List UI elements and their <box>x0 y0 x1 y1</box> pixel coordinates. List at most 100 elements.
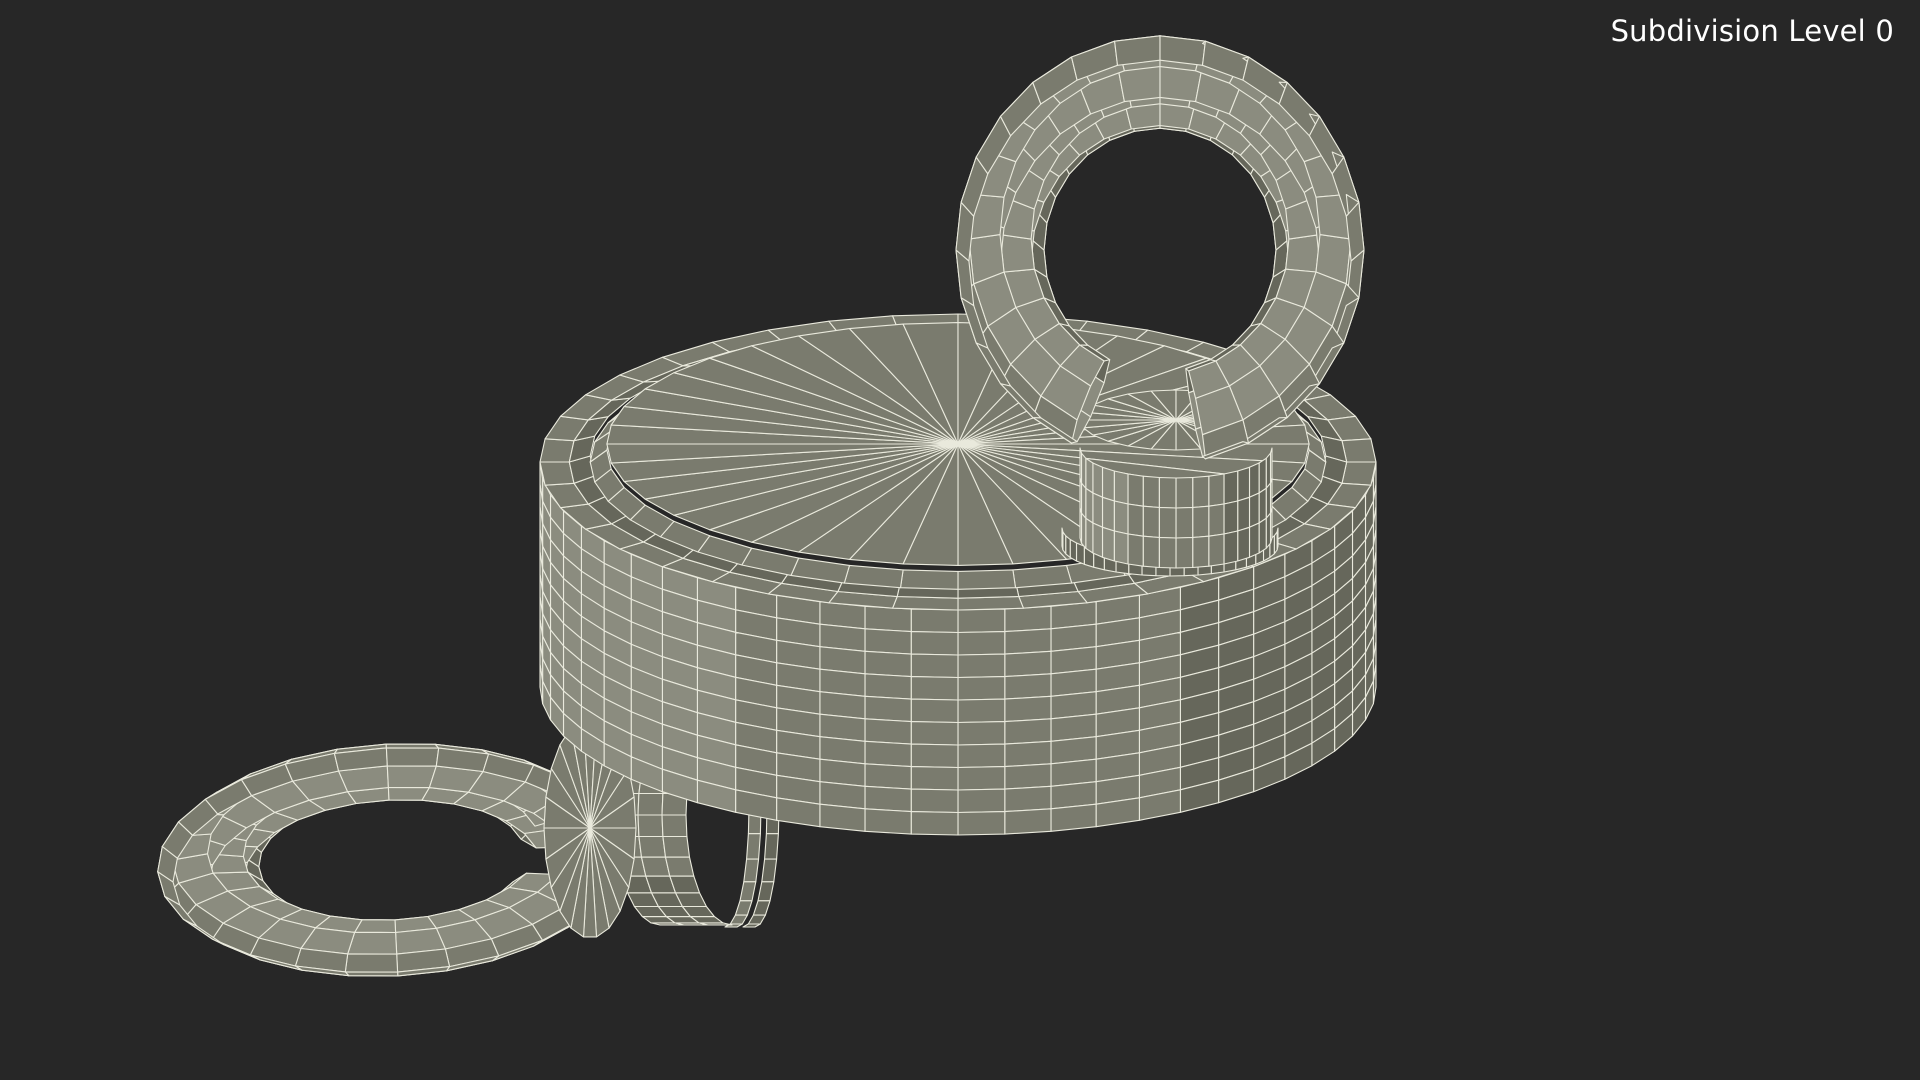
side-washer-face <box>729 914 748 925</box>
top-ring-face <box>1114 35 1161 66</box>
body-top-rim-face <box>1341 461 1377 486</box>
top-hub-side-face <box>1127 503 1144 537</box>
top-hub-side-face <box>1113 470 1129 505</box>
top-hub-side-face <box>1258 517 1267 554</box>
top-hub-side-face <box>1158 476 1177 509</box>
body-top-rim-face <box>1341 438 1377 463</box>
body-side-face <box>864 650 912 678</box>
top-hub-side-face <box>1248 492 1260 528</box>
top-hub-side-face <box>1223 530 1239 565</box>
side-ring-face <box>344 953 399 973</box>
body-side-face <box>957 766 1006 791</box>
body-side-face <box>910 653 959 679</box>
top-hub-side-face <box>1192 475 1210 509</box>
body-top-rim-face <box>957 569 1017 590</box>
body-side-face <box>864 718 912 745</box>
body-side-face <box>957 788 1006 814</box>
body-side-face <box>957 721 1006 746</box>
body-side-face <box>864 605 912 633</box>
top-hub-side-face <box>1208 503 1225 537</box>
side-ring-face <box>344 971 399 977</box>
top-ring-face <box>999 234 1035 273</box>
side-hub-side-face <box>638 835 667 858</box>
body-side-face <box>1004 605 1052 633</box>
body-side-face <box>1004 673 1052 700</box>
body-side-face <box>910 721 959 746</box>
top-hub-side-face <box>1080 452 1087 489</box>
body-top-rim-face <box>1012 564 1073 589</box>
top-hub-side-face <box>1079 507 1083 544</box>
side-hub-side-face <box>640 856 671 877</box>
body-side-face <box>864 808 912 835</box>
body-side-face <box>1004 718 1052 745</box>
top-hub-side-face <box>1101 496 1115 532</box>
body-side-face <box>910 766 959 791</box>
top-hub-side-face <box>1142 505 1160 539</box>
body-side-face <box>957 811 1006 836</box>
top-hub-side-face <box>1208 533 1225 567</box>
body-side-face <box>1004 808 1052 835</box>
top-hub-side-face <box>1258 457 1267 494</box>
top-hub-side-face <box>1113 500 1129 535</box>
body-side-face <box>957 608 1006 634</box>
top-hub-side-face <box>1248 522 1260 558</box>
top-hub-side-face <box>1142 475 1160 509</box>
body-side-face <box>1004 628 1052 655</box>
top-hub-side-face <box>1175 506 1194 539</box>
side-ring-face <box>347 931 398 955</box>
side-hub-side-face <box>637 814 664 838</box>
body-side-face <box>864 628 912 655</box>
subdivision-level-label: Subdivision Level 0 <box>1610 14 1894 48</box>
body-top-rim-face <box>539 461 575 486</box>
top-washer-face <box>1061 527 1064 551</box>
body-top-rim-face <box>539 438 575 463</box>
top-washer-face <box>1065 535 1071 559</box>
top-hub-side-face <box>1080 512 1087 549</box>
viewport[interactable]: Subdivision Level 0 <box>0 0 1920 1080</box>
top-hub-side-face <box>1175 476 1194 509</box>
top-hub-side-face <box>1101 466 1115 502</box>
top-hub-side-face <box>1223 500 1239 535</box>
top-hub-side-face <box>1158 506 1177 539</box>
top-ring-face <box>1285 234 1321 273</box>
top-ring-face <box>1159 35 1206 66</box>
body-top-rim-face <box>957 595 1024 611</box>
side-washer-face <box>752 900 771 916</box>
body-side-face <box>957 653 1006 679</box>
side-washer-face <box>764 833 779 860</box>
body-side-face <box>957 698 1006 724</box>
body-side-face <box>864 740 912 768</box>
top-washer-face <box>1069 538 1078 562</box>
top-hub-side-face <box>1237 526 1251 562</box>
body-side-face <box>957 631 1006 656</box>
side-hub-side-face <box>664 856 695 877</box>
top-hub-side-face <box>1142 535 1160 569</box>
top-hub-side-face <box>1265 482 1272 519</box>
top-hub-side-face <box>1101 526 1115 562</box>
top-hub-side-face <box>1092 492 1104 528</box>
body-side-face <box>957 676 1006 701</box>
side-washer-face <box>742 923 761 928</box>
side-washer-face <box>739 881 757 902</box>
body-top-rim-face <box>899 569 959 590</box>
top-hub-side-face <box>1208 473 1225 507</box>
body-side-face <box>1004 763 1052 790</box>
body-side-face <box>910 788 959 814</box>
top-hub-side-face <box>1085 487 1094 524</box>
side-ring-face <box>385 747 440 767</box>
side-washer-face <box>747 914 766 925</box>
body-side-face <box>910 698 959 724</box>
top-hub-side-face <box>1223 470 1239 505</box>
body-side-face <box>1004 650 1052 678</box>
body-side-face <box>910 676 959 701</box>
side-washer-face <box>746 833 761 860</box>
top-hub-side-face <box>1113 530 1129 565</box>
body-side-face <box>957 743 1006 769</box>
side-hub-side-face <box>661 814 688 838</box>
side-washer-face <box>761 858 778 883</box>
side-washer-face <box>757 881 775 902</box>
top-hub-side-face <box>1092 522 1104 558</box>
top-hub-side-face <box>1127 473 1144 507</box>
side-washer-face <box>734 900 753 916</box>
body-side-face <box>864 695 912 723</box>
